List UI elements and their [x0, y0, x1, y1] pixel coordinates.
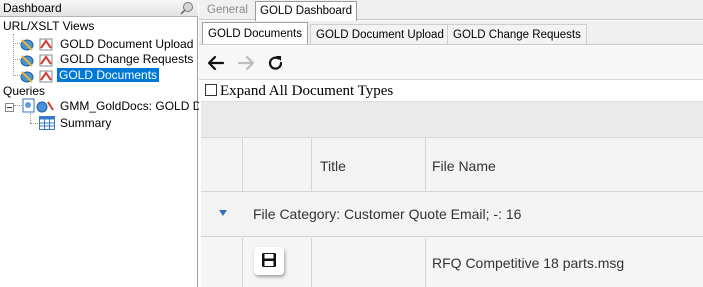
file-name-cell[interactable]: RFQ Competitive 18 parts.msg	[432, 255, 624, 271]
expand-all-row[interactable]: Expand All Document Types	[205, 82, 393, 100]
expand-all-label[interactable]: Expand All Document Types	[220, 83, 393, 99]
tab-general[interactable]: General	[203, 1, 252, 20]
table-icon	[39, 116, 55, 133]
navigation-toolbar	[199, 46, 703, 80]
documents-grid: Title File Name File Category: Customer …	[201, 101, 703, 287]
collapse-caret-icon[interactable]	[219, 210, 227, 216]
column-header-file-name[interactable]: File Name	[432, 158, 496, 174]
query-node[interactable]: GMM_GoldDocs: GOLD D	[60, 99, 201, 113]
group-row[interactable]: File Category: Customer Quote Email; -: …	[201, 193, 703, 237]
tab-gold-dashboard[interactable]: GOLD Dashboard	[255, 1, 358, 21]
tab-gold-change-requests[interactable]: GOLD Change Requests	[447, 24, 587, 44]
views-group-label[interactable]: URL/XSLT Views	[3, 19, 94, 33]
view-item-document-upload[interactable]: GOLD Document Upload	[60, 37, 193, 51]
query-icon	[22, 98, 56, 117]
column-header-title[interactable]: Title	[320, 158, 346, 174]
expand-all-checkbox[interactable]	[205, 84, 217, 96]
inner-tabstrip: GOLD Documents GOLD Document Upload GOLD…	[199, 21, 703, 45]
outer-tabstrip: General GOLD Dashboard	[199, 0, 703, 21]
queries-group-label[interactable]: Queries	[3, 84, 45, 98]
arrow-left-icon	[207, 55, 225, 71]
tab-gold-documents[interactable]: GOLD Documents	[202, 22, 308, 44]
floppy-disk-icon	[262, 253, 276, 267]
main-panel: General GOLD Dashboard GOLD Documents GO…	[199, 0, 703, 287]
dashboard-header: Dashboard	[0, 0, 198, 17]
refresh-icon	[268, 56, 283, 70]
view-item-change-requests[interactable]: GOLD Change Requests	[60, 52, 193, 66]
group-panel	[201, 101, 703, 138]
group-row-label: File Category: Customer Quote Email; -: …	[253, 206, 522, 222]
forward-button[interactable]	[236, 53, 256, 73]
refresh-button[interactable]	[266, 53, 286, 73]
collapse-icon[interactable]	[5, 101, 14, 115]
view-item-documents[interactable]: GOLD Documents	[57, 68, 160, 82]
dashboard-title: Dashboard	[3, 1, 62, 15]
save-button[interactable]	[254, 247, 284, 275]
summary-node[interactable]: Summary	[60, 116, 111, 130]
dashboard-panel: Dashboard URL/XSLT Views GOLD Document U…	[0, 0, 201, 287]
pin-icon[interactable]	[180, 1, 194, 15]
arrow-right-icon	[237, 55, 255, 71]
back-button[interactable]	[206, 53, 226, 73]
table-row[interactable]: RFQ Competitive 18 parts.msg	[201, 238, 703, 287]
tab-gold-document-upload[interactable]: GOLD Document Upload	[310, 24, 450, 44]
grid-header: Title File Name	[201, 138, 703, 192]
